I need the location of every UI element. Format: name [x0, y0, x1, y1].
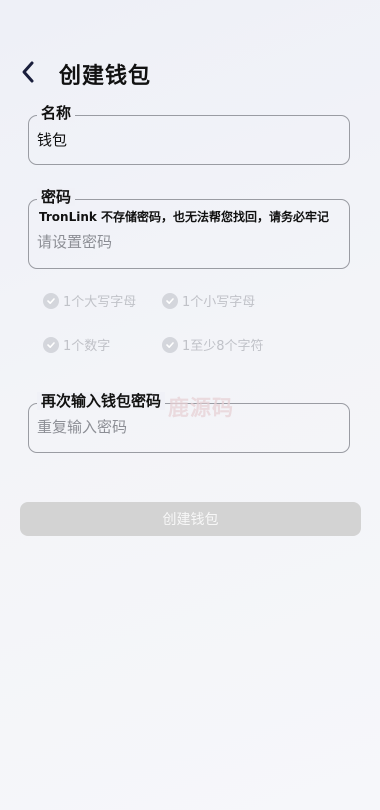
rule-min-length: 1至少8个字符	[162, 335, 264, 354]
wallet-name-label: 名称	[37, 104, 76, 122]
check-circle-icon	[162, 336, 178, 353]
rule-label: 1至少8个字符	[182, 339, 264, 354]
check-circle-icon	[43, 336, 59, 353]
password-input[interactable]	[37, 233, 337, 251]
rule-uppercase: 1个大写字母	[43, 291, 136, 310]
wallet-name-input[interactable]	[37, 130, 337, 148]
chevron-left-icon	[22, 61, 34, 83]
rule-label: 1个数字	[63, 339, 111, 354]
check-circle-icon	[162, 292, 178, 309]
check-circle-icon	[43, 292, 59, 309]
rule-number: 1个数字	[43, 335, 110, 354]
rule-lowercase: 1个小写字母	[162, 291, 255, 310]
confirm-password-label: 再次输入钱包密码	[37, 392, 166, 410]
header: 创建钱包	[0, 48, 380, 96]
create-wallet-button[interactable]: 创建钱包	[20, 502, 361, 536]
password-label: 密码	[37, 188, 76, 206]
wallet-name-field[interactable]: 名称	[28, 104, 350, 165]
rule-label: 1个大写字母	[63, 295, 137, 310]
rule-label: 1个小写字母	[182, 295, 256, 310]
password-field[interactable]: 密码 TronLink 不存储密码，也无法帮您找回，请务必牢记	[28, 188, 350, 269]
page-title: 创建钱包	[59, 64, 152, 89]
password-hint: TronLink 不存储密码，也无法帮您找回，请务必牢记	[39, 210, 330, 224]
watermark: 鹿源码	[168, 396, 234, 420]
back-button[interactable]	[14, 56, 42, 88]
